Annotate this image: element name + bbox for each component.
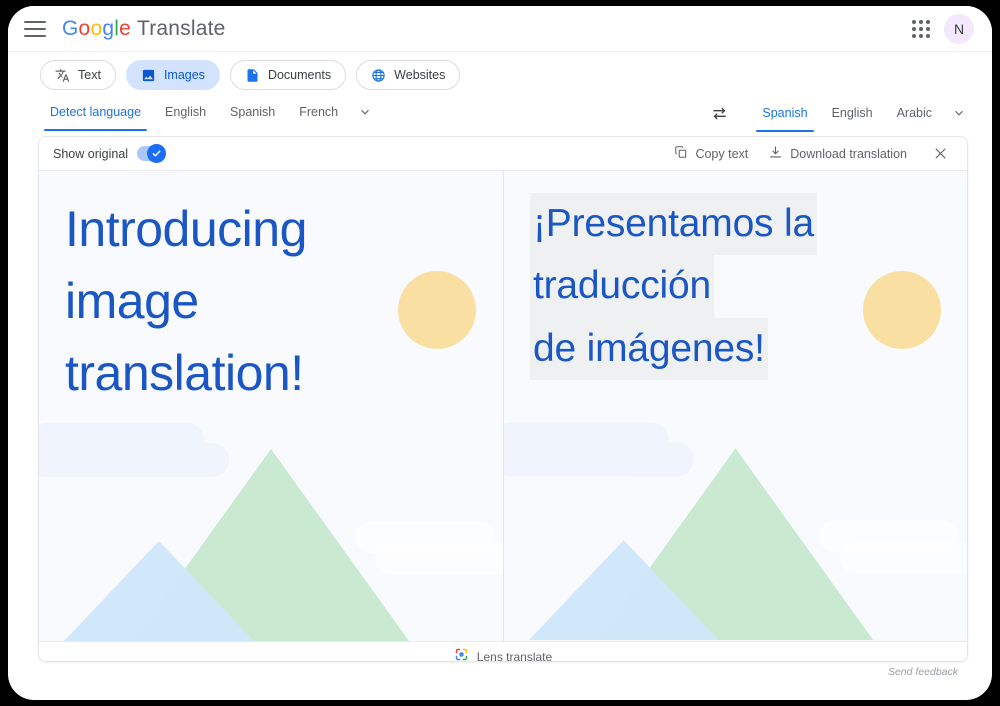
- target-lang-spanish[interactable]: Spanish: [752, 99, 817, 127]
- copy-text-button[interactable]: Copy text: [666, 140, 756, 168]
- sun-decoration-translated: [863, 271, 941, 349]
- apps-grid-icon[interactable]: [904, 12, 938, 46]
- card-footer: Lens translate: [39, 641, 967, 662]
- google-lens-icon: [454, 647, 469, 663]
- copy-icon: [674, 145, 688, 162]
- copy-text-label: Copy text: [695, 147, 748, 161]
- avatar[interactable]: N: [944, 14, 974, 44]
- target-language-group: Spanish English Arabic: [704, 98, 992, 128]
- source-language-group: Detect language English Spanish French: [8, 98, 378, 126]
- device-frame: Google Translate N Text: [0, 0, 1000, 706]
- result-toolbar: Show original: [39, 137, 967, 171]
- mode-tab-bar: Text Images Documents: [8, 52, 992, 98]
- target-lang-english[interactable]: English: [822, 99, 883, 127]
- tab-images[interactable]: Images: [126, 60, 220, 90]
- download-translation-button[interactable]: Download translation: [760, 140, 915, 168]
- send-feedback-link[interactable]: Send feedback: [888, 666, 958, 678]
- original-line-3: translation!: [65, 337, 304, 409]
- document-icon: [245, 68, 260, 83]
- show-original-switch[interactable]: [137, 146, 165, 161]
- download-translation-label: Download translation: [790, 147, 907, 161]
- original-line-1: Introducing: [65, 193, 307, 265]
- tab-websites-label: Websites: [394, 68, 445, 82]
- logo-letter-e: e: [119, 17, 131, 40]
- tab-images-label: Images: [164, 68, 205, 82]
- tab-documents-label: Documents: [268, 68, 331, 82]
- image-compare-panes: Introducing image translation!: [39, 171, 967, 641]
- source-more-languages-chevron-down-icon[interactable]: [352, 99, 378, 125]
- tab-documents[interactable]: Documents: [230, 60, 346, 90]
- target-more-languages-chevron-down-icon[interactable]: [946, 100, 972, 126]
- source-lang-spanish[interactable]: Spanish: [220, 98, 285, 126]
- tab-text-label: Text: [78, 68, 101, 82]
- translation-result-card: Show original: [38, 136, 968, 662]
- logo-letter-o1: o: [79, 17, 91, 40]
- brand-logo[interactable]: Google Translate: [62, 17, 226, 41]
- sun-decoration-original: [398, 271, 476, 349]
- hamburger-icon[interactable]: [24, 21, 46, 37]
- browser-screen: Google Translate N Text: [8, 6, 992, 700]
- translated-image-pane[interactable]: ¡Presentamos la traducción de imágenes!: [503, 171, 967, 641]
- lens-translate-label: Lens translate: [477, 650, 552, 663]
- translated-line-3: de imágenes!: [530, 318, 768, 380]
- tab-websites[interactable]: Websites: [356, 60, 460, 90]
- original-image-pane[interactable]: Introducing image translation!: [39, 171, 503, 641]
- swap-languages-icon[interactable]: [704, 98, 734, 128]
- product-name: Translate: [137, 17, 226, 41]
- logo-letter-g1: G: [62, 17, 79, 40]
- logo-letter-g2: g: [102, 17, 114, 40]
- source-lang-detect[interactable]: Detect language: [40, 98, 151, 126]
- close-icon[interactable]: [925, 139, 955, 169]
- target-lang-arabic[interactable]: Arabic: [887, 99, 942, 127]
- show-original-label: Show original: [53, 147, 128, 161]
- result-toolbar-actions: Copy text Download translation: [666, 139, 955, 169]
- language-bar: Detect language English Spanish French: [8, 98, 992, 134]
- source-lang-english[interactable]: English: [155, 98, 216, 126]
- header-actions: N: [904, 12, 974, 46]
- source-lang-french[interactable]: French: [289, 98, 348, 126]
- show-original-toggle[interactable]: Show original: [53, 146, 165, 161]
- switch-thumb: [147, 144, 166, 163]
- original-line-2: image: [65, 265, 199, 337]
- tab-text[interactable]: Text: [40, 60, 116, 90]
- translate-icon: [55, 68, 70, 83]
- download-icon: [768, 145, 783, 163]
- logo-letter-o2: o: [90, 17, 102, 40]
- image-icon: [141, 68, 156, 83]
- globe-icon: [371, 68, 386, 83]
- translated-line-1: ¡Presentamos la: [530, 193, 817, 255]
- translated-line-2: traducción: [530, 255, 714, 317]
- app-header: Google Translate N: [8, 6, 992, 52]
